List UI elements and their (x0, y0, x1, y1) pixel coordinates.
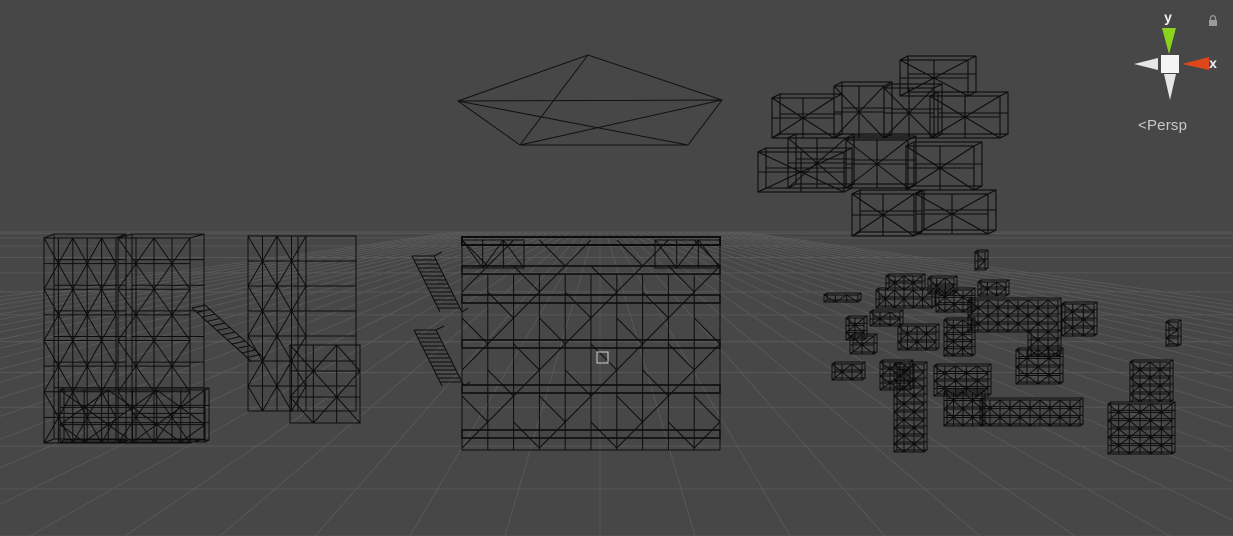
camera-frustum-wireframe[interactable] (456, 54, 723, 146)
axis-x-cone[interactable] (1182, 57, 1209, 70)
projection-toggle[interactable]: <Persp (1138, 117, 1187, 134)
lock-icon[interactable] (1208, 15, 1218, 27)
axis-neg-x-cone[interactable] (1134, 58, 1158, 70)
axis-y-label: y (1164, 9, 1172, 25)
axis-neg-y-cone[interactable] (1164, 74, 1176, 100)
scene-viewport[interactable]: y x <Persp (0, 0, 1233, 536)
floating-blocks-wireframe[interactable] (757, 55, 1009, 237)
pivot-handle[interactable] (596, 351, 609, 364)
axis-y-cone[interactable] (1162, 28, 1176, 54)
building-center-left-wireframe[interactable] (247, 235, 361, 424)
building-main-wireframe[interactable] (461, 236, 721, 451)
projection-label: Persp (1146, 117, 1188, 134)
perspective-chevron-icon: < (1138, 117, 1147, 134)
scene-canvas[interactable] (0, 0, 1233, 536)
center-cube[interactable] (1161, 55, 1179, 73)
axis-x-label: x (1209, 55, 1217, 71)
building-left-wireframe[interactable] (43, 233, 266, 444)
